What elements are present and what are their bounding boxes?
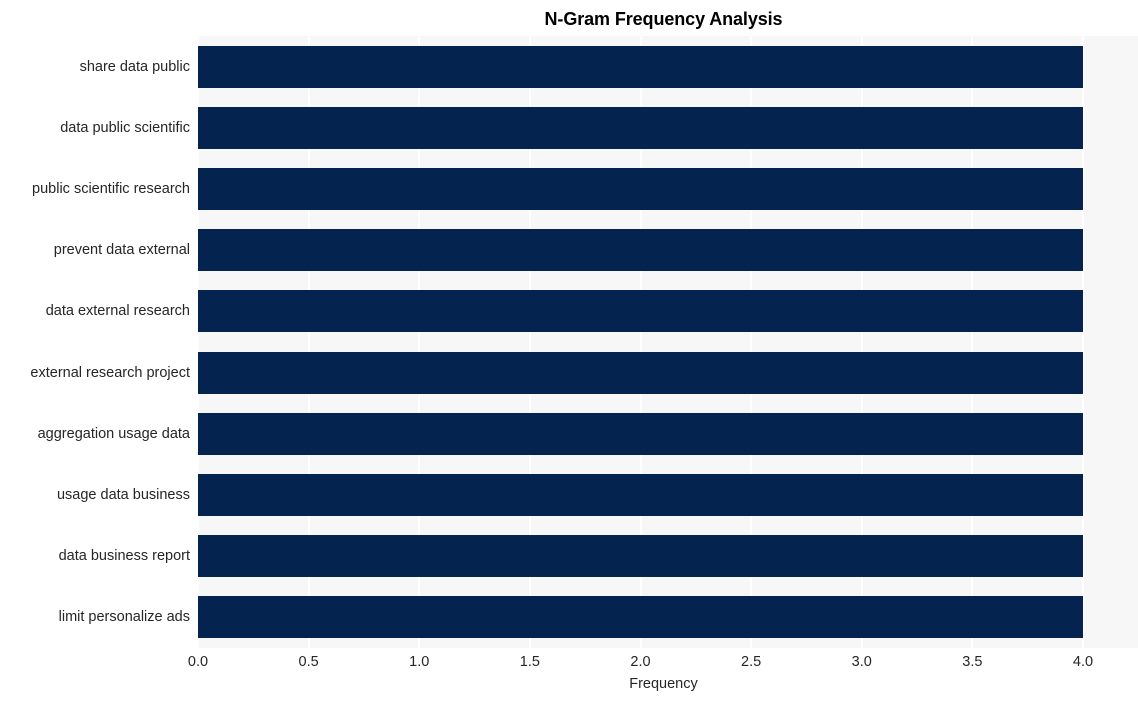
y-tick-label: data public scientific xyxy=(60,119,190,136)
x-tick-label: 2.0 xyxy=(630,654,651,670)
x-tick-label: 0.5 xyxy=(298,654,319,670)
bar xyxy=(198,596,1083,639)
y-tick-label: public scientific research xyxy=(32,181,190,197)
x-axis-label: Frequency xyxy=(629,676,698,692)
x-tick-label: 3.5 xyxy=(962,654,983,670)
x-tick-label: 0.0 xyxy=(187,654,209,670)
bar-row xyxy=(198,36,1138,97)
y-tick-label: share data public xyxy=(79,58,190,75)
y-axis-tick-labels: share data public data public scientific p… xyxy=(0,36,190,648)
bar-row xyxy=(198,403,1138,464)
bar xyxy=(198,412,1083,455)
x-tick-label: 1.0 xyxy=(409,654,430,670)
bar xyxy=(198,535,1083,578)
bar-row xyxy=(198,526,1138,587)
chart-figure: N-Gram Frequency Analysis share data pub… xyxy=(0,0,1138,701)
bar xyxy=(198,45,1083,88)
bar-row xyxy=(198,281,1138,342)
bar xyxy=(198,351,1083,394)
bar-row xyxy=(198,97,1138,158)
bar-row xyxy=(198,342,1138,403)
plot-area xyxy=(198,36,1138,648)
bar-row xyxy=(198,158,1138,219)
y-tick-label: usage data business xyxy=(56,487,190,503)
y-tick-label: aggregation usage data xyxy=(37,425,190,442)
x-axis-tick-labels: 0.0 0.5 1.0 1.5 2.0 2.5 3.0 3.5 4.0 xyxy=(188,652,1138,674)
bar xyxy=(198,167,1083,210)
bar-row xyxy=(198,220,1138,281)
bar-row xyxy=(198,464,1138,525)
y-tick-label: data business report xyxy=(58,548,190,565)
bar xyxy=(198,106,1083,149)
x-tick-label: 1.5 xyxy=(519,654,540,670)
x-tick-label: 2.5 xyxy=(741,654,762,670)
y-tick-label: limit personalize ads xyxy=(58,609,190,626)
bar xyxy=(198,229,1083,272)
x-tick-label: 4.0 xyxy=(1072,654,1094,670)
bar-row xyxy=(198,587,1138,648)
y-tick-label: data external research xyxy=(45,303,190,320)
bar xyxy=(198,290,1083,333)
y-tick-label: external research project xyxy=(30,364,190,381)
chart-title: N-Gram Frequency Analysis xyxy=(544,9,783,29)
bar xyxy=(198,473,1083,516)
y-tick-label: prevent data external xyxy=(53,242,190,259)
x-tick-label: 3.0 xyxy=(851,654,872,670)
